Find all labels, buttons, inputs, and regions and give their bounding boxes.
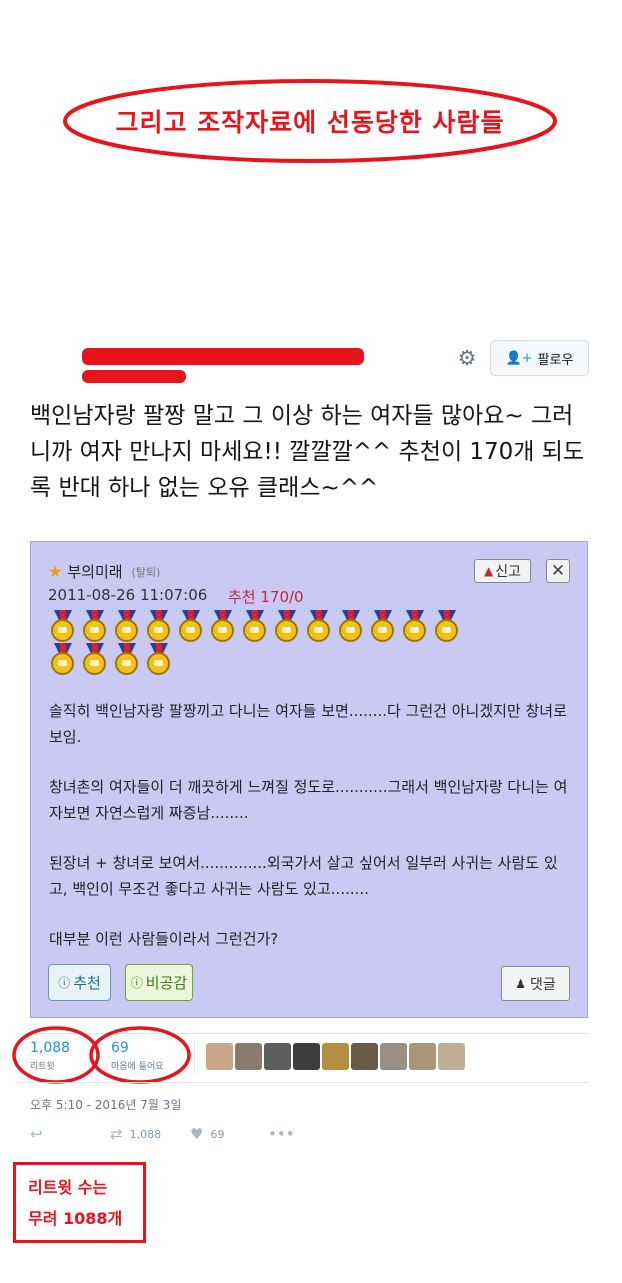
like-count: 69 — [111, 1040, 129, 1056]
reply-comment-button: ♟ 댓글 — [501, 966, 570, 1001]
divider — [17, 1082, 589, 1083]
report-label: 신고 — [495, 564, 521, 580]
medal-icon — [48, 643, 78, 675]
tweet-timestamp[interactable]: 오후 5:10 - 2016년 7월 3일 — [30, 1096, 181, 1113]
star-icon: ★ — [48, 562, 63, 581]
embedded-image[interactable]: ★ 부의미래 (탈퇴) ▲ 신고 ✕ 2011-08-26 11:07:06 추… — [30, 541, 588, 1018]
tweet-text: 백인남자랑 팔짱 말고 그 이상 하는 여자들 많아요~ 그러니까 여자 만나지… — [30, 403, 585, 501]
medal-icon — [176, 610, 206, 642]
card-paragraph: 된장녀 + 창녀로 보여서..............외국가서 살고 싶어서 일… — [49, 854, 558, 898]
note-line: 리트윗 수는 — [28, 1177, 108, 1197]
redacted-handle — [82, 370, 186, 383]
medal-icon — [368, 610, 398, 642]
medal-icon — [80, 643, 110, 675]
headline-text: 그리고 조작자료에 선동당한 사람들 — [115, 108, 505, 137]
redacted-username — [82, 348, 364, 365]
avatar[interactable] — [206, 1043, 233, 1070]
like-action[interactable]: ♥ 69 — [190, 1125, 224, 1143]
avatar[interactable] — [351, 1043, 378, 1070]
note-line: 무려 1088개 — [28, 1208, 123, 1228]
medal-icon — [336, 610, 366, 642]
divider — [194, 1040, 195, 1074]
heart-icon: ♥ — [190, 1125, 204, 1143]
medal-group — [48, 610, 468, 676]
avatar[interactable] — [409, 1043, 436, 1070]
card-paragraph: 창녀촌의 여자들이 더 깨끗하게 느껴질 정도로...........그래서 백… — [49, 778, 568, 822]
medal-icon — [48, 610, 78, 642]
report-button: ▲ 신고 — [474, 559, 531, 583]
not-agree-label: 비공감 — [145, 974, 188, 992]
divider — [17, 1033, 589, 1034]
more-icon: ••• — [268, 1125, 295, 1143]
headline-annotation: 그리고 조작자료에 선동당한 사람들 — [62, 78, 558, 164]
siren-icon: ▲ — [484, 564, 494, 578]
medal-icon — [112, 610, 142, 642]
liker-avatars — [206, 1043, 465, 1070]
medal-icon — [400, 610, 430, 642]
medal-icon — [240, 610, 270, 642]
retweet-action-count: 1,088 — [129, 1127, 162, 1141]
medal-icon — [208, 610, 238, 642]
card-datetime: 2011-08-26 11:07:06 — [48, 586, 208, 604]
retweet-action[interactable]: ⇄ 1,088 — [110, 1125, 161, 1143]
reply-action[interactable]: ↩ — [30, 1125, 43, 1143]
close-icon: ✕ — [546, 559, 570, 583]
follow-label: 팔로우 — [537, 352, 574, 368]
recommend-label: 추천 — [73, 974, 101, 992]
not-agree-button: ⓘ 비공감 — [125, 964, 193, 1001]
follow-button[interactable]: 👤+ 팔로우 — [490, 340, 589, 376]
avatar[interactable] — [235, 1043, 262, 1070]
more-action[interactable]: ••• — [268, 1125, 295, 1143]
tweet-actions: ↩ ⇄ 1,088 ♥ 69 ••• — [30, 1125, 330, 1147]
avatar[interactable] — [438, 1043, 465, 1070]
card-author-status: (탈퇴) — [131, 565, 161, 579]
retweet-count: 1,088 — [30, 1040, 71, 1056]
like-stat[interactable]: 69 마음에 들어요 — [111, 1040, 164, 1072]
medal-icon — [272, 610, 302, 642]
reply-icon: ↩ — [30, 1125, 43, 1143]
not-agree-icon: ⓘ — [130, 976, 143, 990]
medal-icon — [144, 610, 174, 642]
card-paragraph: 솔직히 백인남자랑 팔짱끼고 다니는 여자들 보면........다 그런건 아… — [49, 702, 567, 746]
card-recommend-count: 추천 170/0 — [228, 588, 304, 606]
card-paragraph: 대부분 이런 사람들이라서 그런건가? — [49, 930, 279, 948]
avatar[interactable] — [293, 1043, 320, 1070]
avatar[interactable] — [322, 1043, 349, 1070]
retweet-icon: ⇄ — [110, 1125, 123, 1143]
medal-icon — [112, 643, 142, 675]
medal-icon — [304, 610, 334, 642]
add-user-icon: 👤+ — [505, 350, 533, 366]
medal-icon — [144, 643, 174, 675]
card-body: 솔직히 백인남자랑 팔짱끼고 다니는 여자들 보면........다 그런건 아… — [49, 698, 574, 976]
reply-comment-label: 댓글 — [530, 976, 556, 993]
medal-icon — [432, 610, 462, 642]
card-author-name: 부의미래 — [67, 563, 123, 581]
recommend-icon: ⓘ — [58, 976, 71, 990]
card-author: ★ 부의미래 (탈퇴) — [48, 561, 160, 582]
retweet-label: 리트윗 — [30, 1062, 55, 1072]
note-annotation: 리트윗 수는 무려 1088개 — [13, 1162, 146, 1243]
comment-icon: ♟ — [515, 976, 526, 991]
recommend-button: ⓘ 추천 — [48, 964, 111, 1001]
medal-icon — [80, 610, 110, 642]
like-label: 마음에 들어요 — [111, 1062, 164, 1072]
gear-icon[interactable]: ⚙ — [456, 347, 478, 369]
like-action-count: 69 — [210, 1127, 225, 1141]
retweet-stat[interactable]: 1,088 리트윗 — [30, 1040, 70, 1072]
avatar[interactable] — [264, 1043, 291, 1070]
avatar[interactable] — [380, 1043, 407, 1070]
